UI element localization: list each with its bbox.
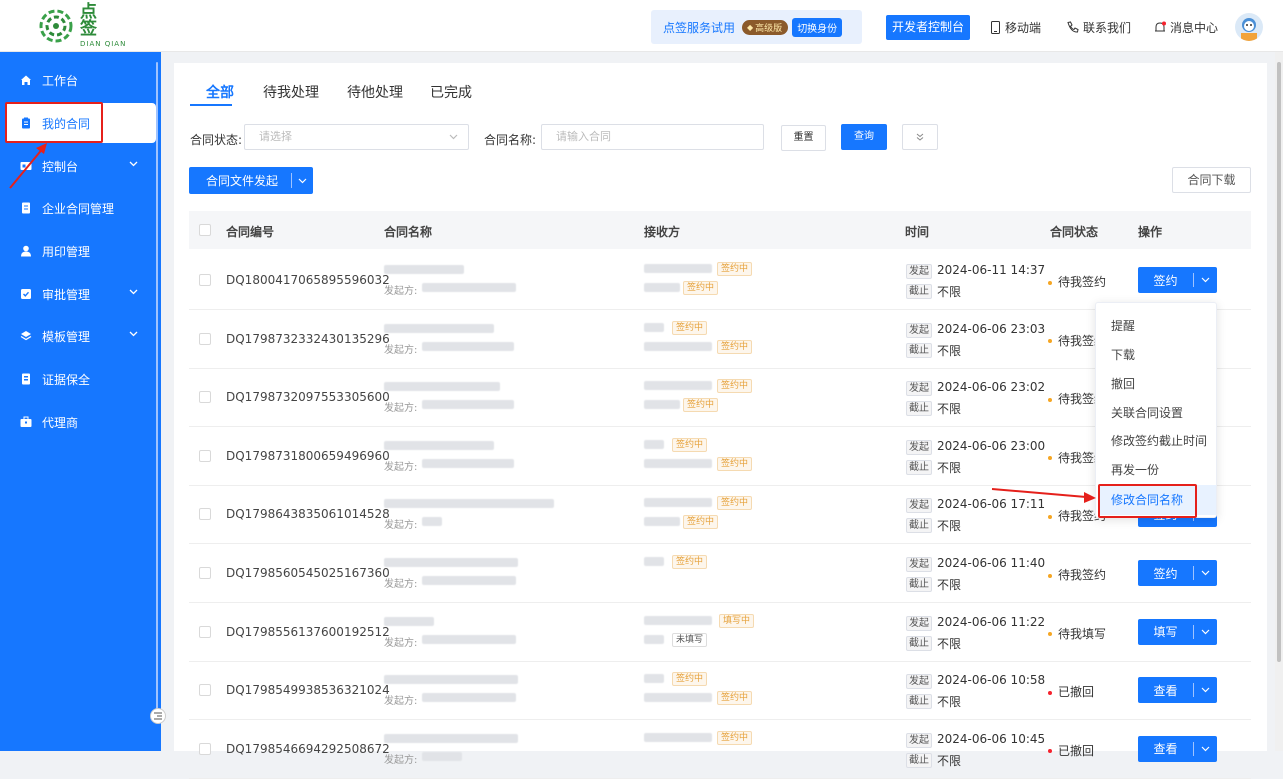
deadline-value: 不限 xyxy=(937,753,962,768)
page-scrollbar[interactable] xyxy=(1275,52,1283,751)
initiator-label: 发起方: xyxy=(384,754,418,766)
initiator-name-redacted xyxy=(422,751,462,761)
deadline-tag: 截止 xyxy=(906,752,932,768)
annotation-arrows xyxy=(9,143,1096,503)
